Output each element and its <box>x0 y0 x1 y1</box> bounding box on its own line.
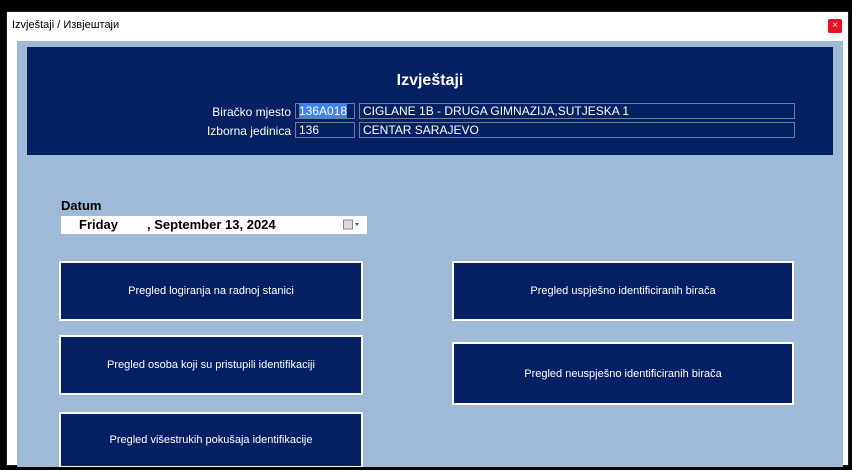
polling-station-label: Biračko mjesto <box>212 105 291 119</box>
multiple-attempts-button[interactable]: Pregled višestrukih pokušaja identifikac… <box>59 412 363 467</box>
client-area: Izvještaji Biračko mjesto 136A018 CIGLAN… <box>17 41 843 467</box>
persons-review-button[interactable]: Pregled osoba koji su pristupili identif… <box>59 335 363 395</box>
login-review-button[interactable]: Pregled logiranja na radnoj stanici <box>59 261 363 321</box>
date-value: , September 13, 2024 <box>147 217 276 232</box>
polling-station-code-field[interactable]: 136A018 <box>295 103 355 119</box>
polling-station-name-field[interactable]: CIGLANE 1B - DRUGA GIMNAZIJA,SUTJESKA 1 <box>359 103 795 119</box>
calendar-dropdown-icon[interactable] <box>343 219 361 230</box>
window-title: Izvještaji / Извјештаји <box>12 19 120 31</box>
polling-station-code-value: 136A018 <box>299 104 348 118</box>
unsuccessful-identifications-button[interactable]: Pregled neuspješno identificiranih birač… <box>452 342 794 405</box>
date-label: Datum <box>61 198 102 213</box>
electoral-unit-code-field[interactable]: 136 <box>295 122 355 138</box>
electoral-unit-name-field[interactable]: CENTAR SARAJEVO <box>359 122 795 138</box>
close-button[interactable]: × <box>828 19 842 33</box>
header-panel: Izvještaji Biračko mjesto 136A018 CIGLAN… <box>27 47 833 155</box>
page-title: Izvještaji <box>396 72 464 89</box>
successful-identifications-button[interactable]: Pregled uspješno identificiranih birača <box>452 261 794 321</box>
reports-window: Izvještaji / Извјештаји × Izvještaji Bir… <box>6 11 849 467</box>
date-day: Friday <box>79 217 119 232</box>
title-bar: Izvještaji / Извјештаји × <box>7 12 848 41</box>
electoral-unit-label: Izborna jedinica <box>206 124 291 138</box>
date-picker[interactable]: Friday , September 13, 2024 <box>61 216 367 234</box>
